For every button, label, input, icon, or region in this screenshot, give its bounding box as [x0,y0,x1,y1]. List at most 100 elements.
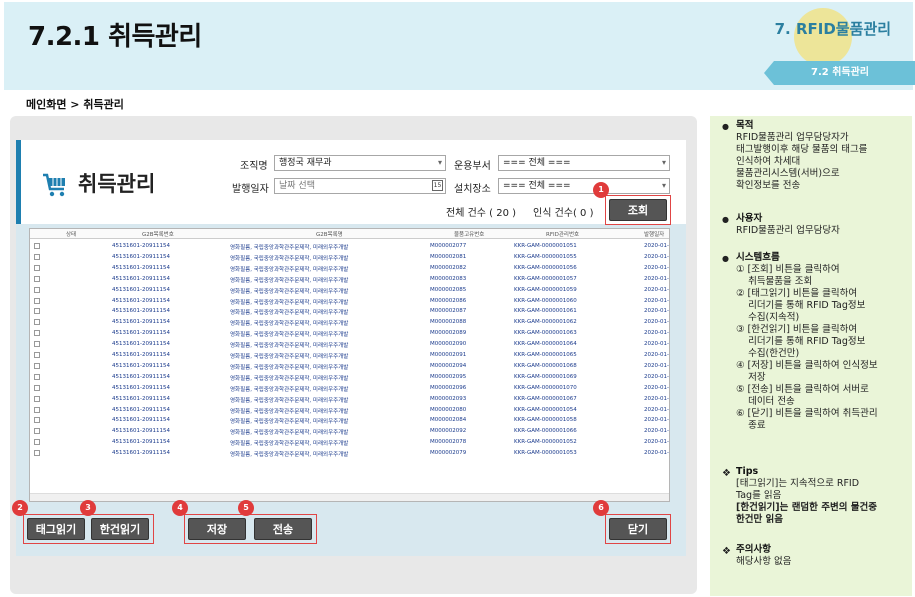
table-cell: 2020-01-17 [644,450,669,457]
table-row[interactable]: 45131601-20911154 영화필름, 국립중앙과학관주문제작, 미래외우… [30,285,669,296]
caution-text: 해당사항 없음 [736,556,791,568]
single-read-button[interactable]: 한건읽기 [91,518,149,540]
table-cell: M000002083 [430,275,467,282]
table-cell: 2020-01-17 [644,264,669,271]
text-line: 리더기를 통해 RFID Tag정보 [736,336,866,347]
section-tag: 7.2 취득관리 [764,61,915,85]
tips-text: [태그읽기]는 지속적으로 RFID Tag를 읽음 [736,478,877,502]
diamond-bullet-icon: ❖ [722,468,731,479]
table-cell: M000002096 [430,384,467,391]
table-cell: 2020-01-17 [644,275,669,282]
table-row[interactable]: 45131601-20911154 영화필름, 국립중앙과학관주문제작, 미래외우… [30,241,669,252]
row-checkbox[interactable] [34,406,40,413]
table-cell: KKR-GAM-0000001065 [514,352,577,358]
row-checkbox[interactable] [34,297,40,304]
table-row[interactable]: 45131601-20911154 영화필름, 국립중앙과학관주문제작, 미래외우… [30,306,669,317]
table-cell: M000002078 [430,439,467,446]
table-row[interactable]: 45131601-20911154 영화필름, 국립중앙과학관주문제작, 미래외우… [30,405,669,416]
table-cell: KKR-GAM-0000001069 [514,373,577,380]
table-cell: 2020-01-17 [644,352,669,358]
table-cell: M000002092 [430,428,467,435]
table-cell: 45131601-20911154 [112,384,170,391]
tag-read-button[interactable]: 태그읽기 [27,518,85,540]
dept-select[interactable]: === 전체 === ▾ [498,155,670,171]
col-status: 상태 [66,232,77,238]
tips-section: Tips [태그읽기]는 지속적으로 RFID Tag를 읽음 [한건읽기]는 랜… [736,466,877,526]
table-row[interactable]: 45131601-20911154 영화필름, 국립중앙과학관주문제작, 미래외우… [30,328,669,339]
text-line: ③ [한건읽기] 비튼을 클릭하여 [736,324,858,335]
row-checkbox[interactable] [34,330,40,337]
text-line: 리더기를 통해 RFID Tag정보 [736,300,866,311]
table-row[interactable]: 45131601-20911154 영화필름, 국립중앙과학관주문제작, 미래외우… [30,252,669,263]
table-row[interactable]: 45131601-20911154 영화필름, 국립중앙과학관주문제작, 미래외우… [30,350,669,361]
table-row[interactable]: 45131601-20911154 영화필름, 국립중앙과학관주문제작, 미래외우… [30,394,669,405]
send-button[interactable]: 전송 [254,518,312,540]
user-section: 사용자 RFID물품관리 업무담당자 [736,213,840,237]
calendar-icon[interactable]: 15 [432,180,443,191]
save-button[interactable]: 저장 [188,518,246,540]
row-checkbox[interactable] [34,275,40,282]
row-checkbox[interactable] [34,308,40,315]
row-checkbox[interactable] [34,253,40,260]
row-checkbox[interactable] [34,417,40,424]
table-row[interactable]: 45131601-20911154 영화필름, 국립중앙과학관주문제작, 미래외우… [30,415,669,426]
table-cell: 2020-01-17 [644,297,669,304]
grid-header: 상태 G2B목록번호 G2B목록명 물품고유번호 RFID관리번호 발행일자 [30,229,669,239]
row-checkbox[interactable] [34,450,40,457]
table-cell: 영화필름, 국립중앙과학관주문제작, 미래외우주개발 [230,299,349,306]
row-checkbox[interactable] [34,439,40,446]
table-cell: KKR-GAM-0000001053 [514,450,577,457]
row-checkbox[interactable] [34,286,40,293]
row-checkbox[interactable] [34,373,40,380]
table-cell: KKR-GAM-0000001063 [514,330,577,337]
text-line: Tag를 읽음 [736,490,782,501]
row-checkbox[interactable] [34,428,40,435]
table-row[interactable]: 45131601-20911154 영화필름, 국립중앙과학관주문제작, 미래외우… [30,437,669,448]
location-select[interactable]: === 전체 === ▾ [498,178,670,194]
table-row[interactable]: 45131601-20911154 영화필름, 국립중앙과학관주문제작, 미래외우… [30,383,669,394]
table-cell: 45131601-20911154 [112,275,170,282]
table-cell: 영화필름, 국립중앙과학관주문제작, 미래외우주개발 [230,386,349,393]
row-checkbox[interactable] [34,384,40,391]
row-checkbox[interactable] [34,264,40,271]
row-checkbox[interactable] [34,395,40,402]
table-row[interactable]: 45131601-20911154 영화필름, 국립중앙과학관주문제작, 미래외우… [30,317,669,328]
search-button[interactable]: 조회 [609,199,667,221]
step-badge-5: 5 [238,500,254,516]
text-line: ② [태그읽기] 비튼을 클릭하여 [736,288,858,299]
table-row[interactable]: 45131601-20911154 영화필름, 국립중앙과학관주문제작, 미래외우… [30,372,669,383]
close-button[interactable]: 닫기 [609,518,667,540]
table-cell: 45131601-20911154 [112,286,170,293]
table-row[interactable]: 45131601-20911154 영화필름, 국립중앙과학관주문제작, 미래외우… [30,448,669,459]
table-cell: 45131601-20911154 [112,308,170,315]
table-row[interactable]: 45131601-20911154 영화필름, 국립중앙과학관주문제작, 미래외우… [30,263,669,274]
table-cell: 45131601-20911154 [112,428,170,435]
table-row[interactable]: 45131601-20911154 영화필름, 국립중앙과학관주문제작, 미래외우… [30,361,669,372]
table-cell: 영화필름, 국립중앙과학관주문제작, 미래외우주개발 [230,354,349,360]
row-checkbox[interactable] [34,362,40,369]
table-row[interactable]: 45131601-20911154 영화필름, 국립중앙과학관주문제작, 미래외우… [30,296,669,307]
text-line: RFID물품관리 업무담당자가 [736,132,849,143]
table-cell: 45131601-20911154 [112,319,170,326]
row-checkbox[interactable] [34,352,40,358]
row-checkbox[interactable] [34,243,40,249]
table-cell: M000002091 [430,352,467,358]
flow-section: 시스템흐름 ① [조회] 비튼을 클릭하여 취득물품을 조회 ② [태그읽기] 비… [736,252,878,432]
table-cell: 영화필름, 국립중앙과학관주문제작, 미래외우주개발 [230,408,349,415]
org-select[interactable]: 행정국 재무과 ▾ [274,155,446,171]
table-cell: 2020-01-17 [644,428,669,435]
table-cell: 2020-01-17 [644,286,669,293]
shopping-cart-icon [43,173,65,197]
table-cell: 2020-01-17 [644,384,669,391]
text-line: 데이터 전송 [736,396,795,407]
table-row[interactable]: 45131601-20911154 영화필름, 국립중앙과학관주문제작, 미래외우… [30,426,669,437]
table-cell: 45131601-20911154 [112,417,170,424]
row-checkbox[interactable] [34,341,40,348]
date-input[interactable]: 날짜 선택 15 [274,178,446,194]
table-cell: 2020-01-17 [644,362,669,369]
horizontal-scrollbar[interactable] [30,493,669,501]
table-row[interactable]: 45131601-20911154 영화필름, 국립중앙과학관주문제작, 미래외우… [30,274,669,285]
table-cell: 45131601-20911154 [112,341,170,348]
table-row[interactable]: 45131601-20911154 영화필름, 국립중앙과학관주문제작, 미래외우… [30,339,669,350]
row-checkbox[interactable] [34,319,40,326]
